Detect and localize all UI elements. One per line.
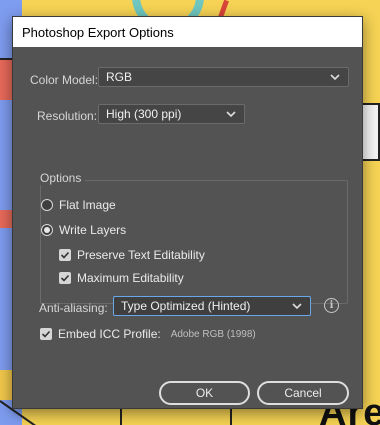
flat-image-radio[interactable] [41, 199, 53, 211]
maximum-editability-option[interactable]: Maximum Editability [59, 270, 184, 286]
background-line [120, 409, 122, 425]
resolution-value: High (300 ppi) [106, 107, 182, 121]
write-layers-label: Write Layers [59, 223, 127, 237]
preserve-text-checkbox[interactable] [59, 249, 71, 261]
color-model-label: Color Model: [30, 73, 99, 87]
background-line [0, 58, 12, 60]
anti-aliasing-label: Anti-aliasing: [39, 301, 108, 315]
anti-aliasing-row: Anti-aliasing: [39, 298, 108, 318]
options-group-title: Options [40, 171, 86, 185]
embed-icc-option[interactable]: Embed ICC Profile: Adobe RGB (1998) [40, 326, 256, 342]
chevron-down-icon [330, 74, 340, 81]
write-layers-radio[interactable] [41, 224, 53, 236]
dialog-titlebar[interactable]: Photoshop Export Options [13, 17, 362, 47]
flat-image-option[interactable]: Flat Image [41, 197, 116, 213]
flat-image-label: Flat Image [59, 198, 116, 212]
cancel-button[interactable]: Cancel [257, 381, 349, 405]
chevron-down-icon [226, 111, 236, 118]
color-model-value: RGB [106, 70, 133, 84]
embed-icc-label: Embed ICC Profile: [58, 327, 161, 341]
resolution-label: Resolution: [37, 109, 98, 123]
resolution-select[interactable]: High (300 ppi) [98, 104, 245, 124]
anti-aliasing-value: Type Optimized (Hinted) [121, 299, 251, 313]
checkmark-icon [60, 274, 70, 282]
anti-aliasing-select[interactable]: Type Optimized (Hinted) [113, 296, 311, 316]
checkmark-icon [60, 251, 70, 259]
preserve-text-label: Preserve Text Editability [77, 248, 205, 262]
background-line [230, 409, 232, 425]
preserve-text-option[interactable]: Preserve Text Editability [59, 247, 205, 263]
dialog-body: Color Model: RGB Resolution: High (300 p… [13, 47, 362, 409]
resolution-row: Resolution: [37, 106, 97, 126]
color-model-row: Color Model: [30, 70, 98, 90]
checkmark-icon [41, 330, 51, 338]
embed-icc-checkbox[interactable] [40, 328, 52, 340]
maximum-editability-checkbox[interactable] [59, 272, 71, 284]
icc-profile-value: Adobe RGB (1998) [170, 328, 256, 340]
maximum-editability-label: Maximum Editability [77, 271, 184, 285]
color-model-select[interactable]: RGB [98, 67, 349, 87]
info-icon[interactable]: i [324, 298, 339, 313]
dialog-title: Photoshop Export Options [22, 24, 174, 40]
write-layers-option[interactable]: Write Layers [41, 222, 126, 238]
chevron-down-icon [292, 303, 302, 310]
ok-button[interactable]: OK [159, 381, 250, 405]
photoshop-export-options-dialog: Photoshop Export Options Color Model: RG… [12, 16, 363, 409]
